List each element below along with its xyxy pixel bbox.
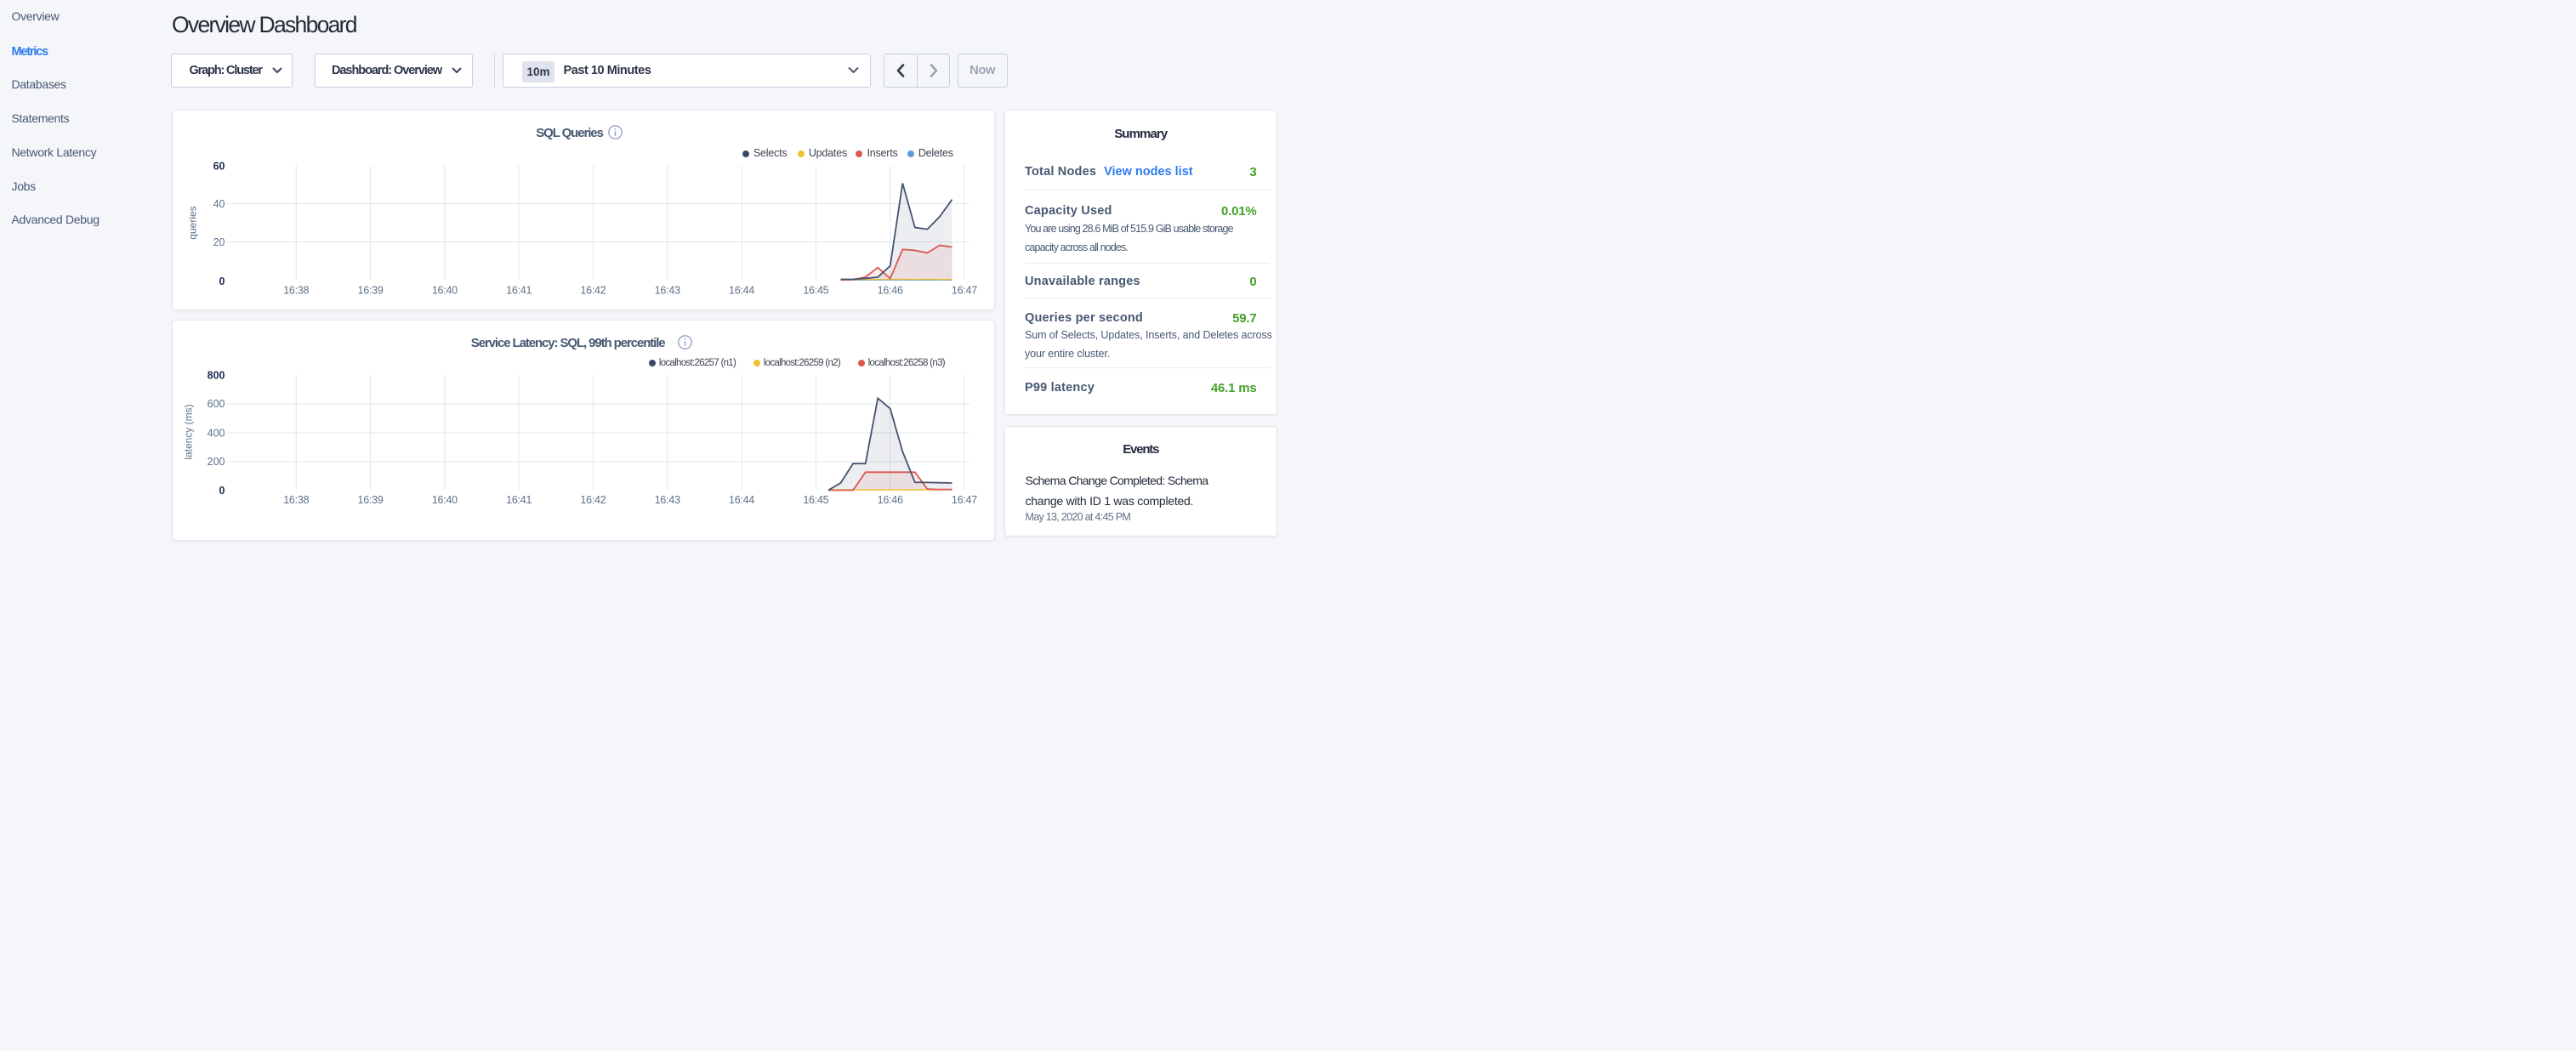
- svg-text:20: 20: [213, 236, 225, 248]
- svg-text:16:40: 16:40: [431, 284, 457, 296]
- svg-text:0: 0: [219, 485, 225, 497]
- svg-text:600: 600: [207, 398, 225, 410]
- svg-text:latency (ms): latency (ms): [182, 404, 194, 459]
- svg-text:16:45: 16:45: [803, 494, 828, 506]
- svg-text:16:45: 16:45: [803, 284, 828, 296]
- svg-text:200: 200: [207, 456, 225, 468]
- svg-text:16:41: 16:41: [506, 284, 532, 296]
- svg-text:40: 40: [213, 198, 225, 210]
- svg-text:16:47: 16:47: [951, 494, 976, 506]
- svg-text:16:43: 16:43: [654, 284, 680, 296]
- svg-text:16:38: 16:38: [283, 284, 309, 296]
- svg-text:400: 400: [207, 428, 225, 440]
- svg-text:16:41: 16:41: [506, 494, 532, 506]
- svg-text:16:46: 16:46: [877, 494, 902, 506]
- svg-text:16:42: 16:42: [580, 284, 606, 296]
- svg-text:16:39: 16:39: [357, 284, 383, 296]
- svg-text:16:40: 16:40: [431, 494, 457, 506]
- svg-text:800: 800: [207, 370, 225, 382]
- svg-text:16:44: 16:44: [729, 284, 754, 296]
- svg-text:16:39: 16:39: [357, 494, 383, 506]
- svg-text:16:42: 16:42: [580, 494, 606, 506]
- svg-text:16:44: 16:44: [729, 494, 754, 506]
- svg-text:16:47: 16:47: [951, 284, 976, 296]
- svg-text:0: 0: [219, 276, 225, 287]
- svg-text:16:38: 16:38: [283, 494, 309, 506]
- svg-text:queries: queries: [186, 206, 198, 239]
- svg-text:16:46: 16:46: [877, 284, 902, 296]
- svg-text:16:43: 16:43: [654, 494, 680, 506]
- svg-text:60: 60: [213, 160, 225, 172]
